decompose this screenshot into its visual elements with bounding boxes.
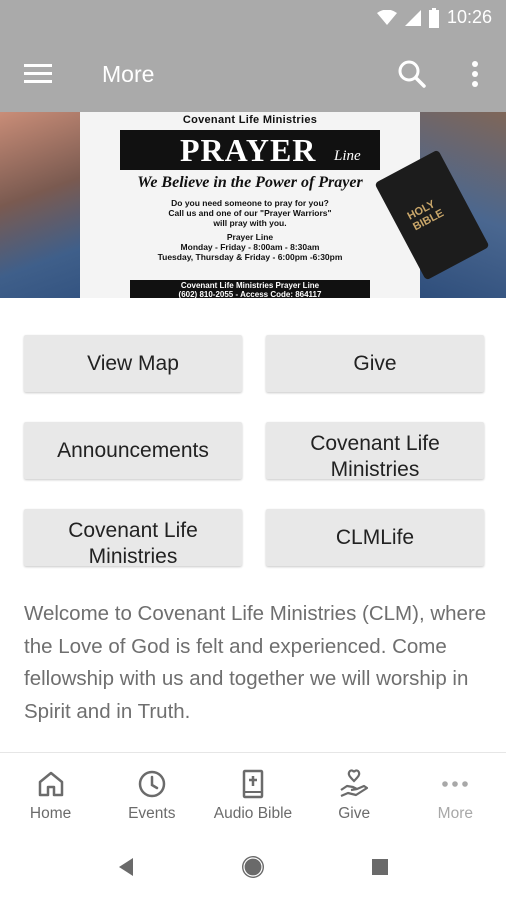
covenant-life-ministries-button[interactable]: Covenant Life Ministries [266, 422, 484, 479]
battery-icon [428, 7, 439, 28]
overflow-menu-icon[interactable] [464, 58, 486, 90]
nav-label-audio-bible: Audio Bible [213, 805, 293, 822]
nav-label-home: Home [29, 805, 72, 822]
nav-label-more: More [437, 805, 473, 822]
flyer-footer-2: (602) 810-2055 - Access Code: 864117 [178, 290, 322, 298]
nav-item-more[interactable]: More [405, 753, 506, 833]
search-icon[interactable] [396, 58, 428, 90]
flyer-intro-2: Call us and one of our "Prayer Warriors" [168, 208, 332, 218]
nav-item-audio-bible[interactable]: Audio Bible [202, 753, 303, 833]
status-bar: 10:26 [0, 0, 506, 36]
give-hand-icon [340, 769, 369, 798]
recents-icon[interactable] [366, 853, 394, 881]
system-navigation-bar [0, 833, 506, 900]
status-time: 10:26 [446, 7, 492, 27]
nav-label-events: Events [128, 805, 176, 822]
home-icon [38, 771, 63, 797]
bible-icon [242, 769, 264, 799]
flyer-org: Covenant Life Ministries [182, 114, 318, 126]
covenant-life-ministries-button-2[interactable]: Covenant Life Ministries [24, 509, 242, 566]
book-cover-text: HOLY BIBLE [405, 198, 446, 234]
nav-item-home[interactable]: Home [0, 753, 101, 833]
flyer-heading-box: PRAYER Line [120, 130, 380, 170]
flyer-schedule-2: Tuesday, Thursday & Friday - 6:00pm -6:3… [157, 252, 343, 262]
wifi-icon [376, 9, 397, 25]
flyer-heading: PRAYER [180, 132, 317, 168]
clock-icon [138, 770, 166, 798]
prayer-line-flyer: Covenant Life Ministries PRAYER Line We … [80, 112, 420, 298]
view-map-button[interactable]: View Map [24, 335, 242, 392]
page-title: More [102, 61, 155, 87]
flyer-schedule-title: Prayer Line [226, 232, 274, 242]
status-icons: 10:26 [376, 7, 492, 28]
signal-icon [404, 9, 421, 26]
flyer-intro-1: Do you need someone to pray for you? [171, 198, 329, 208]
app-bar: More [0, 36, 506, 112]
flyer-tagline: We Believe in the Power of Prayer [137, 174, 363, 191]
hamburger-menu-icon[interactable] [22, 60, 56, 88]
flyer-footer-1: Covenant Life Ministries Prayer Line [180, 281, 320, 290]
announcements-button[interactable]: Announcements [24, 422, 242, 479]
welcome-text: Welcome to Covenant Life Ministries (CLM… [24, 602, 487, 723]
nav-label-give: Give [338, 805, 371, 822]
clmlife-button[interactable]: CLMLife [266, 509, 484, 566]
give-button[interactable]: Give [266, 335, 484, 392]
flyer-schedule-1: Monday - Friday - 8:00am - 8:30am [180, 242, 320, 252]
back-icon[interactable] [112, 853, 140, 881]
flyer-intro-3: will pray with you. [213, 218, 287, 228]
nav-item-events[interactable]: Events [101, 753, 202, 833]
flyer-heading-script: Line [334, 148, 361, 164]
flyer-footer: Covenant Life Ministries Prayer Line (60… [130, 280, 370, 298]
more-dots-icon [442, 781, 469, 787]
home-circle-icon[interactable] [239, 853, 267, 881]
nav-item-give[interactable]: Give [304, 753, 405, 833]
bottom-navigation: Home Events Audio Bible Give More [0, 753, 506, 833]
prayer-line-banner: Covenant Life Ministries PRAYER Line We … [0, 112, 506, 298]
